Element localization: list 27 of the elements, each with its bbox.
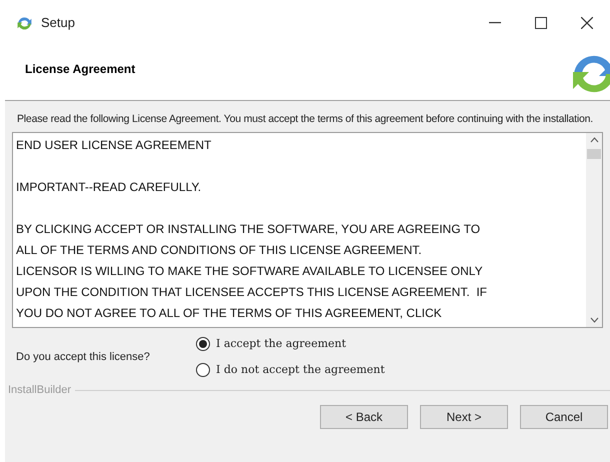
- dialog-button[interactable]: < Back: [320, 404, 408, 428]
- license-line: UPON THE CONDITION THAT LICENSEE ACCEPTS THIS LICENSE AGREEMENT. IF: [16, 284, 488, 301]
- instruction-text: Please read the following License Agreement. You must accept the terms of this agreement before continuing with the installation.: [17, 112, 594, 127]
- license-line: IMPORTANT--READ CAREFULLY.: [16, 179, 202, 196]
- license-line: LICENSOR IS WILLING TO MAKE THE SOFTWARE AVAILABLE TO LICENSEE ONLY: [16, 263, 484, 280]
- dialog-button[interactable]: Cancel: [520, 404, 608, 428]
- license-line: BY CLICKING ACCEPT OR INSTALLING THE SOFTWARE, YOU ARE AGREEING TO: [16, 221, 482, 238]
- license-line: END USER LICENSE AGREEMENT: [16, 137, 212, 154]
- installbuilder-label: InstallBuilder: [8, 383, 71, 398]
- dialog-button[interactable]: Next >: [420, 404, 508, 428]
- close-icon[interactable]: [581, 17, 593, 29]
- scroll-up-icon[interactable]: [590, 137, 598, 143]
- scroll-down-icon[interactable]: [590, 317, 598, 323]
- question-label: Do you accept this license?: [16, 350, 151, 365]
- license-line: YOU DO NOT AGREE TO ALL OF THE TERMS OF THIS AGREEMENT, CLICK: [16, 305, 443, 322]
- scrollbar[interactable]: [586, 133, 602, 327]
- radio-label[interactable]: I accept the agreement: [216, 336, 346, 352]
- app-icon: [16, 14, 33, 32]
- license-line: ALL OF THE TERMS AND CONDITIONS OF THIS LICENSE AGREEMENT.: [16, 242, 423, 259]
- radio-button[interactable]: [196, 362, 210, 377]
- scrollbar-thumb[interactable]: [587, 149, 601, 159]
- minimize-icon[interactable]: [489, 22, 501, 24]
- maximize-icon[interactable]: [535, 17, 547, 29]
- radio-button[interactable]: [196, 337, 210, 352]
- window-title: Setup: [41, 14, 75, 32]
- page-heading: License Agreement: [25, 61, 136, 78]
- radio-label[interactable]: I do not accept the agreement: [216, 362, 385, 378]
